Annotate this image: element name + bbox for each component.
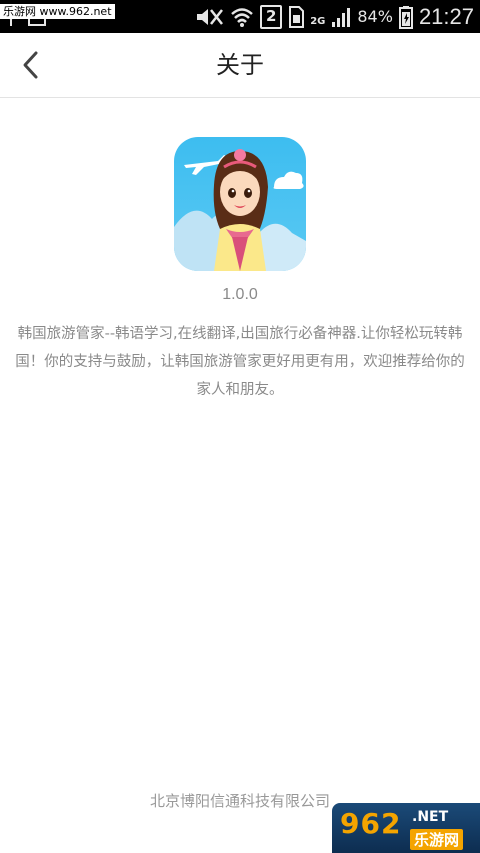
clock: 21:27 [418,3,474,29]
wifi-icon [230,6,254,28]
corner-watermark-logo: 962 .NET 乐游网 [332,803,480,853]
signal-icon [331,6,351,28]
page-title: 关于 [216,51,264,79]
watermark-label: 乐游网 www.962.net [0,4,115,19]
network-type-label: 2G [310,16,326,27]
status-bar-right: 2 2G 84% 21:27 [194,0,474,33]
app-description: 韩国旅游管家--韩语学习,在线翻译,出国旅行必备神器.让你轻松玩转韩国！你的支持… [15,326,465,398]
sim-card-icon [288,5,305,28]
header-bar: 关于 [0,33,480,98]
battery-percent: 84% [357,7,393,26]
battery-charging-icon [398,5,413,29]
app-icon [174,137,306,271]
mute-icon [194,6,224,28]
watermark-net: .NET [412,809,449,825]
watermark-site-name: 乐游网 [410,829,464,850]
status-bar: 乐游网 www.962.net 2 2G 84% 21:27 [0,0,480,33]
sim-slot-badge: 2 [260,4,283,29]
version-label: 1.0.0 [222,286,258,303]
watermark-number: 962 [340,807,402,840]
